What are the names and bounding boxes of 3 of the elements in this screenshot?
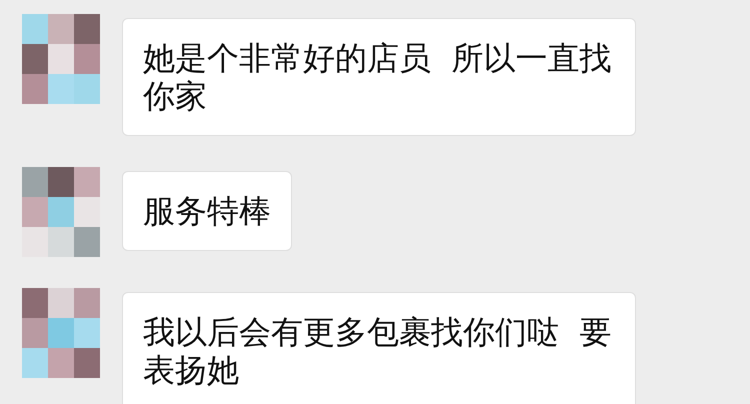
message-bubble: 我以后会有更多包裹找你们哒 要表扬她 bbox=[122, 292, 636, 404]
message-bubble: 她是个非常好的店员 所以一直找你家 bbox=[122, 18, 636, 136]
message-bubble: 服务特棒 bbox=[122, 171, 292, 251]
